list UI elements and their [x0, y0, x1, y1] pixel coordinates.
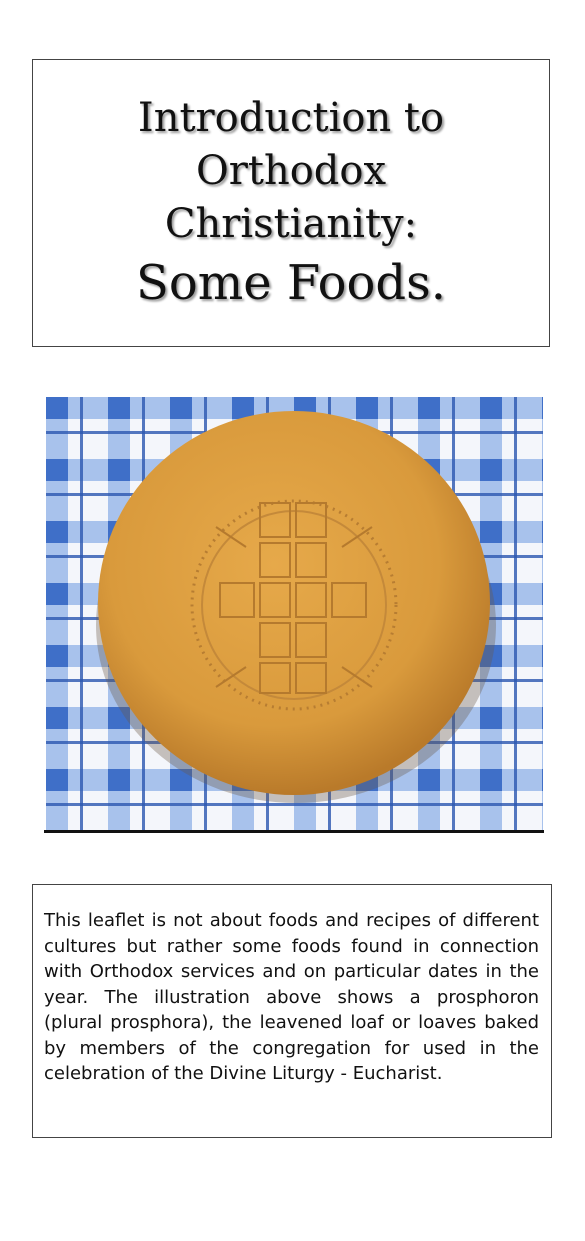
- title-line-4: Some Foods.: [135, 254, 447, 311]
- image-divider: [44, 830, 544, 833]
- prosphoron-photo: [46, 397, 543, 830]
- title-line-2: Orthodox: [195, 147, 387, 194]
- body-text: This leaflet is not about foods and reci…: [44, 910, 539, 1084]
- body-box: This leaflet is not about foods and reci…: [32, 884, 552, 1138]
- title-line-1: Introduction to: [137, 94, 445, 141]
- title-line-3: Christianity:: [164, 200, 418, 247]
- title-box: Introduction to Orthodox Christianity: S…: [32, 59, 550, 347]
